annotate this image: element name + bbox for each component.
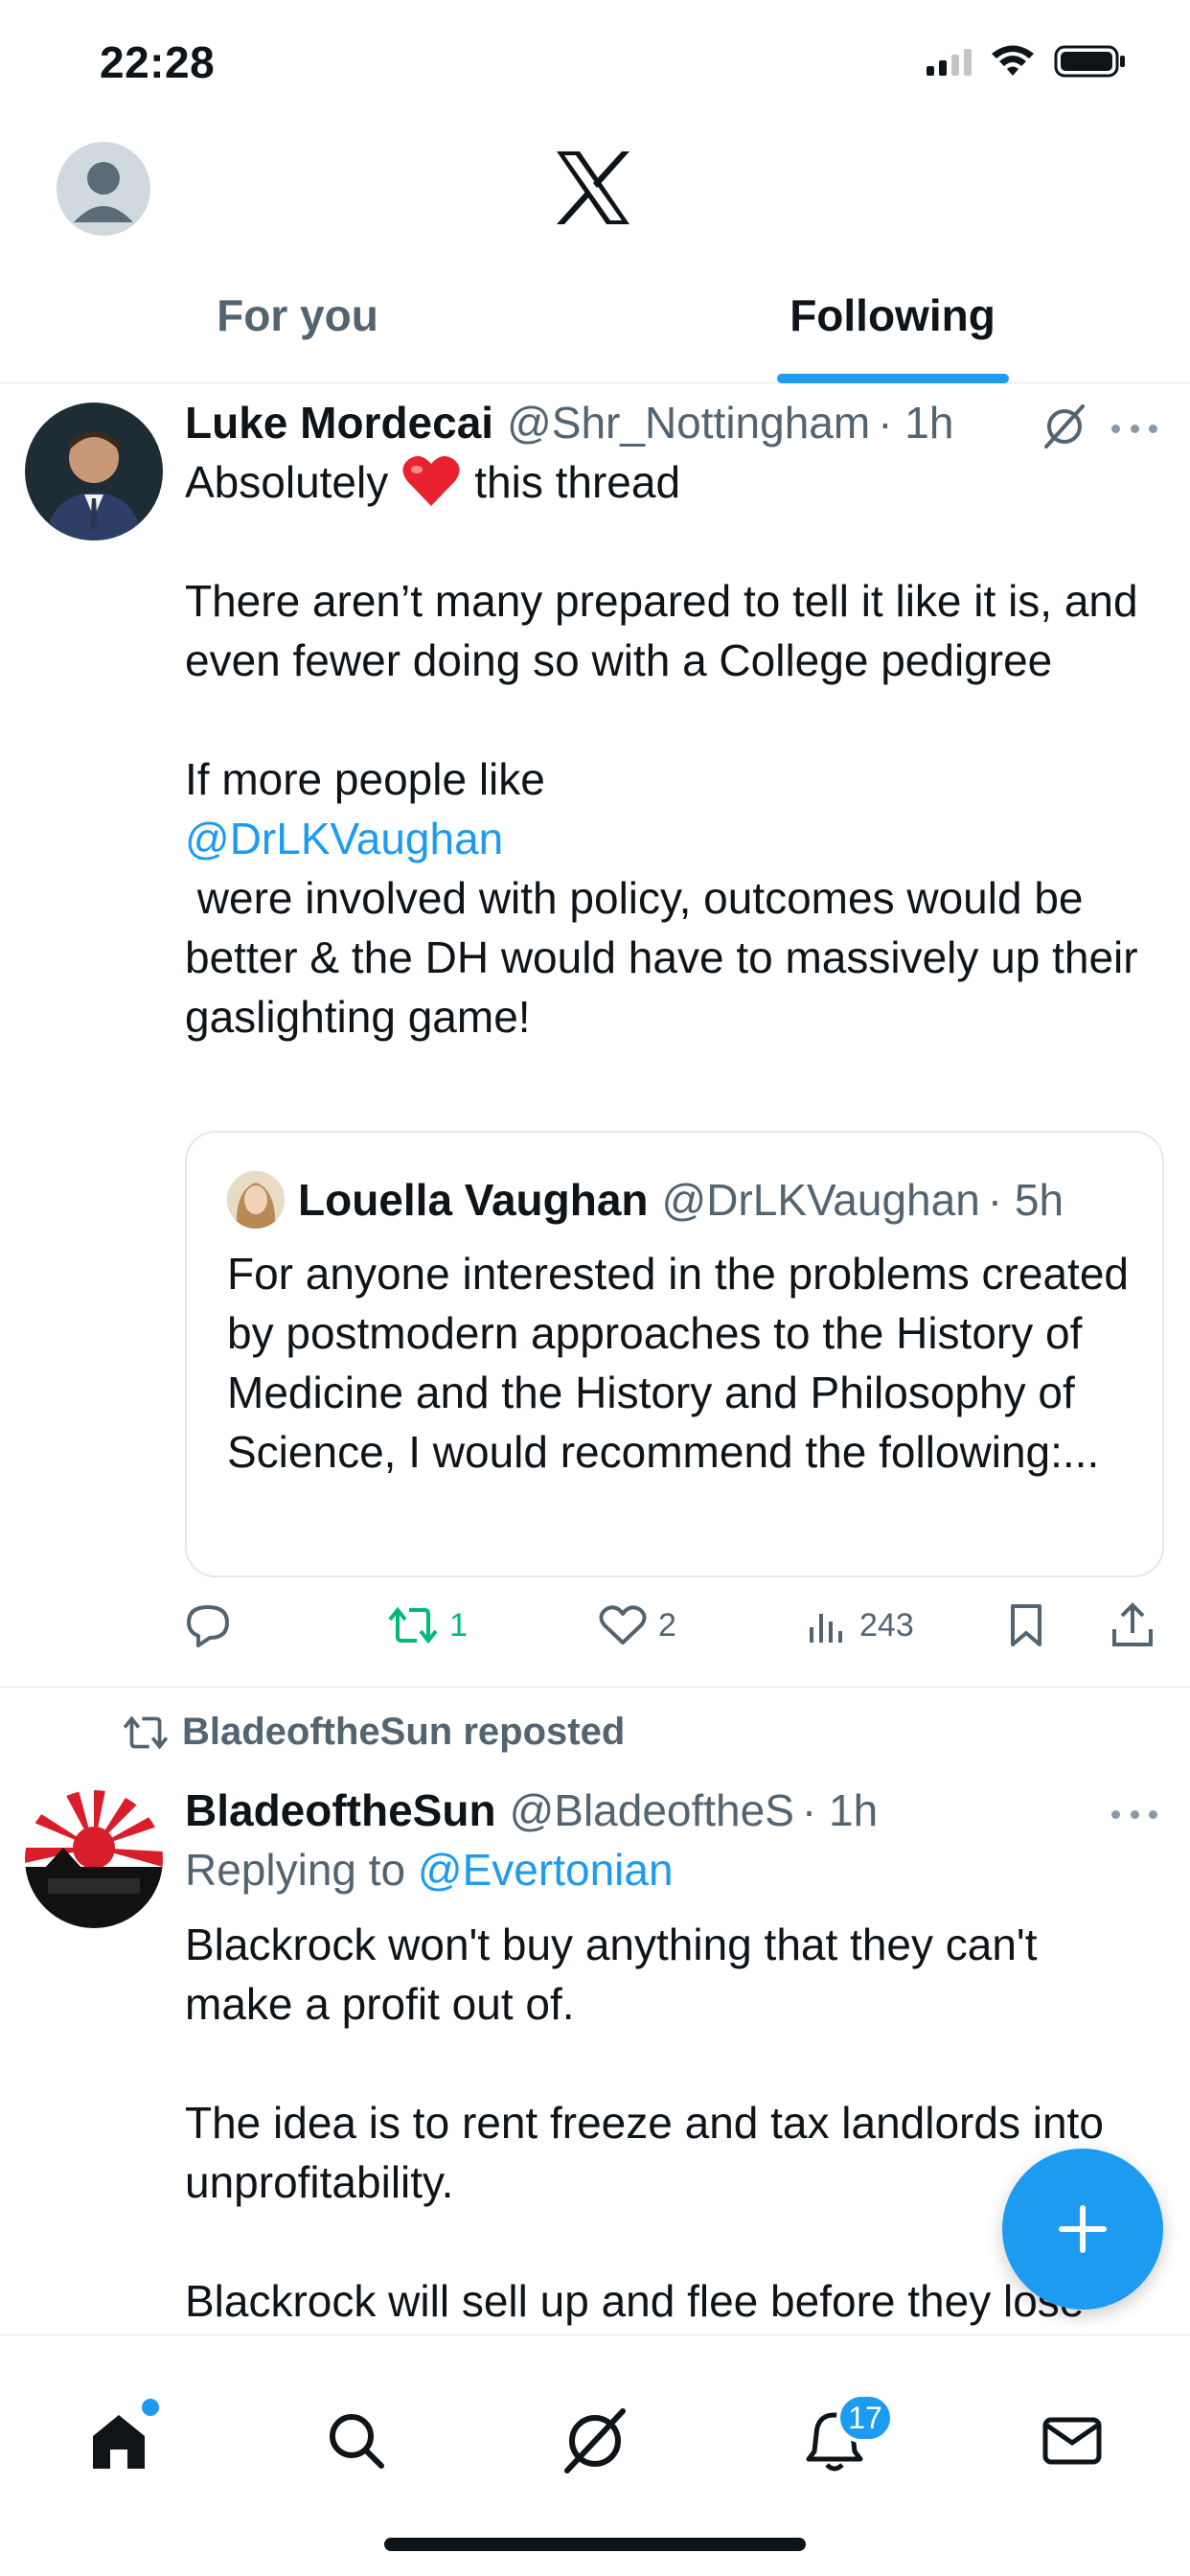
like-icon [599, 1605, 647, 1644]
replying-to-prefix: Replying to [185, 1845, 406, 1895]
post-text: Absolutely this thread There aren’t many… [185, 452, 1165, 1046]
status-icons [927, 44, 1127, 79]
signal-icon [927, 47, 972, 76]
reply-button[interactable] [185, 1597, 231, 1654]
author-handle: @Shr_Nottingham [507, 398, 871, 448]
post-header: Luke Mordecai @Shr_Nottingham · 1h [185, 393, 1165, 452]
mention-link[interactable]: @DrLKVaughan [185, 809, 1165, 868]
quote-time: · 5h [987, 1175, 1064, 1225]
views-count: 243 [859, 1606, 914, 1644]
quote-text: For anyone interested in the problems cr… [227, 1249, 1129, 1477]
avatar[interactable] [25, 402, 163, 540]
post-text-paragraph3-pre: If more people like [185, 754, 545, 804]
avatar-icon [74, 162, 133, 222]
notifications-badge: 17 [836, 2393, 894, 2443]
wifi-icon [992, 45, 1034, 76]
replying-to: Replying to @Evertonian [185, 1840, 1165, 1899]
tab-home[interactable] [80, 2399, 159, 2479]
post-text-paragraph3-post: were involved with policy, outcomes woul… [185, 873, 1151, 1042]
repost-indicator: BladeoftheSun reposted [123, 1711, 625, 1754]
views-button[interactable]: 243 [806, 1597, 914, 1654]
reposted-by-label[interactable]: BladeoftheSun reposted [182, 1711, 625, 1754]
timeline-tabs: For you Following [0, 268, 1190, 383]
bottom-tab-bar: 17 [0, 2334, 1190, 2576]
battery-icon [1054, 45, 1125, 78]
like-count: 2 [658, 1606, 676, 1644]
post-text-line1-pre: Absolutely [185, 457, 389, 507]
messages-icon [1042, 2417, 1102, 2465]
replying-to-mention[interactable]: @Evertonian [418, 1845, 674, 1895]
author-name[interactable]: Luke Mordecai [185, 393, 493, 452]
views-icon [810, 1614, 842, 1643]
home-unread-dot [142, 2399, 159, 2416]
reply-icon [187, 1605, 229, 1647]
repost-button[interactable]: 1 [388, 1597, 468, 1654]
post-text-line1-post: this thread [474, 457, 681, 507]
compose-button[interactable] [1002, 2149, 1163, 2310]
profile-avatar[interactable] [57, 142, 150, 236]
compose-icon [1059, 2205, 1107, 2253]
tab-for-you[interactable]: For you [0, 268, 595, 383]
quote-avatar [227, 1171, 285, 1229]
more-icon[interactable] [1111, 1807, 1157, 1821]
tab-following-label: Following [790, 290, 995, 340]
tab-following[interactable]: Following [595, 268, 1190, 383]
tab-messages[interactable] [1034, 2403, 1110, 2479]
like-button[interactable]: 2 [599, 1597, 676, 1654]
post-content: Luke Mordecai @Shr_Nottingham · 1h Absol… [185, 393, 1165, 1046]
post-header: BladeoftheSun @BladeoftheS · 1h [185, 1781, 1165, 1840]
more-icon[interactable] [1111, 422, 1157, 435]
x-logo-icon[interactable] [553, 150, 633, 226]
home-icon [93, 2415, 145, 2469]
post-text-paragraph3: Blackrock will sell up and flee before t… [185, 2276, 1085, 2326]
status-bar: 22:28 [0, 0, 1190, 125]
tab-grok[interactable] [557, 2403, 633, 2479]
grok-icon [564, 2408, 626, 2473]
author-photo [25, 1790, 163, 1928]
share-button[interactable] [1110, 1597, 1155, 1654]
post-text: Blackrock won't buy anything that they c… [185, 1915, 1153, 2331]
home-indicator [384, 2538, 806, 2551]
tab-for-you-label: For you [217, 290, 378, 340]
quote-header: Louella Vaughan @DrLKVaughan · 5h [227, 1171, 1064, 1229]
post-text-paragraph2: The idea is to rent freeze and tax landl… [185, 2098, 1104, 2207]
top-header: For you Following [0, 125, 1190, 383]
author-photo [25, 402, 163, 540]
post-actions: 1 2 243 [185, 1597, 1164, 1654]
author-name[interactable]: BladeoftheSun [185, 1781, 496, 1840]
quote-author-name: Louella Vaughan [298, 1175, 649, 1225]
post-time: · 1h [801, 1785, 879, 1835]
tab-search[interactable] [318, 2403, 395, 2479]
repost-icon [388, 1606, 438, 1644]
bookmark-button[interactable] [1007, 1597, 1045, 1654]
bookmark-icon [1011, 1604, 1041, 1646]
repost-icon [123, 1715, 169, 1749]
post-text-paragraph2: There aren’t many prepared to tell it li… [185, 576, 1138, 685]
grok-icon[interactable] [1042, 404, 1087, 448]
active-tab-indicator [776, 374, 1009, 383]
repost-count: 1 [449, 1606, 468, 1644]
post-time: · 1h [878, 398, 954, 448]
search-icon [330, 2414, 384, 2469]
status-time: 22:28 [100, 37, 216, 87]
post-text-paragraph1: Blackrock won't buy anything that they c… [185, 1920, 1038, 2029]
quote-author-handle: @DrLKVaughan [661, 1175, 980, 1225]
author-handle: @BladeoftheS [509, 1785, 794, 1835]
quoted-post[interactable]: Louella Vaughan @DrLKVaughan · 5h For an… [185, 1131, 1164, 1577]
avatar[interactable] [25, 1790, 163, 1928]
post-luke-mordecai[interactable]: Luke Mordecai @Shr_Nottingham · 1h Absol… [0, 383, 1190, 1687]
share-icon [1112, 1602, 1153, 1646]
heart-emoji-icon [402, 455, 460, 506]
tab-notifications[interactable]: 17 [796, 2393, 894, 2479]
